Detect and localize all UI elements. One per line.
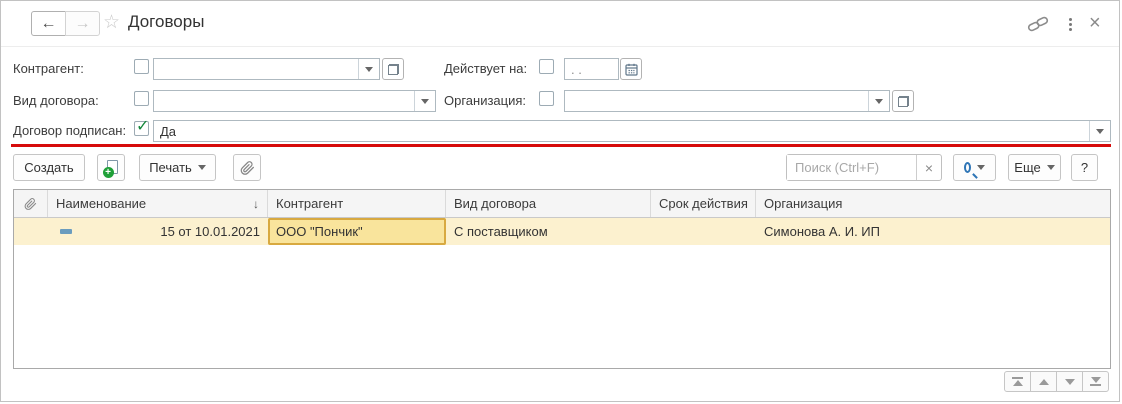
org-filter-input[interactable] [564,90,890,112]
header-kontragent-column[interactable]: Контрагент [268,190,446,217]
list-item-marker-icon [60,229,72,234]
contracts-table: Наименование ↓ Контрагент Вид договора С… [13,189,1111,369]
more-actions-button[interactable]: Еще [1008,154,1061,181]
vid-filter-input[interactable] [153,90,436,112]
page-down-button[interactable] [1056,371,1083,392]
kontragent-filter-checkbox[interactable] [134,59,149,74]
page-title: Договоры [128,12,204,32]
signed-filter-label: Договор подписан: [13,123,126,139]
vid-filter-checkbox[interactable] [134,91,149,106]
back-button[interactable]: ← [31,11,66,36]
valid-on-calendar-button[interactable] [620,58,642,80]
signed-filter-input[interactable]: Да [153,120,1111,142]
forward-arrow-icon: → [75,15,91,33]
up-arrow-icon [1039,379,1049,385]
favorite-star-icon[interactable]: ☆ [103,12,120,34]
create-by-copy-button[interactable]: + [97,154,125,181]
header-period-column[interactable]: Срок действия [651,190,756,217]
print-dropdown-icon [198,165,206,170]
search-input[interactable] [787,155,916,180]
vid-filter-value [154,91,414,111]
signed-dropdown-icon[interactable] [1089,121,1110,141]
header-attachment-column[interactable] [14,190,48,217]
row-org-cell[interactable]: Симонова А. И. ИП [756,218,1110,245]
kontragent-filter-input[interactable] [153,58,380,80]
table-row[interactable]: 15 от 10.01.2021 ООО "Пончик" С поставщи… [14,218,1110,245]
org-dropdown-icon[interactable] [868,91,889,111]
get-link-icon[interactable] [1027,15,1049,38]
more-menu-kebab-icon[interactable] [1063,15,1077,33]
org-filter-label: Организация: [444,93,526,109]
kontragent-filter-value [154,59,358,79]
org-choose-button[interactable] [892,90,914,112]
choose-icon [898,96,909,107]
search-settings-button[interactable] [953,154,996,181]
forward-button[interactable]: → [65,11,100,36]
list-navigation [1004,371,1109,392]
help-button[interactable]: ? [1071,154,1098,181]
row-kontragent-cell-active[interactable]: ООО "Пончик" [268,218,446,245]
clear-x-icon: × [925,160,933,176]
titlebar: ← → ☆ Договоры × [1,1,1119,47]
vid-dropdown-icon[interactable] [414,91,435,111]
row-vid-cell[interactable]: С поставщиком [446,218,651,245]
choose-icon [388,64,399,75]
signed-filter-checkbox[interactable]: ✓ [134,121,149,136]
calendar-icon [625,63,638,76]
row-period-cell[interactable] [651,218,756,245]
search-clear-button[interactable]: × [916,155,941,180]
kontragent-filter-label: Контрагент: [13,61,84,77]
search-box: × [786,154,942,181]
header-vid-column[interactable]: Вид договора [446,190,651,217]
copy-document-plus-icon: + [105,160,118,176]
kontragent-dropdown-icon[interactable] [358,59,379,79]
more-dropdown-icon [1047,165,1055,170]
bottom-arrow-icon [1091,377,1101,383]
paperclip-icon [240,160,255,176]
row-attachment-cell [14,218,48,245]
go-to-bottom-button[interactable] [1082,371,1109,392]
signed-filter-value: Да [154,121,1089,141]
create-button[interactable]: Создать [13,154,85,181]
page-up-button[interactable] [1030,371,1057,392]
valid-on-filter-checkbox[interactable] [539,59,554,74]
valid-on-date-value: . . [565,59,618,79]
vid-filter-label: Вид договора: [13,93,99,109]
back-arrow-icon: ← [41,15,57,33]
top-arrow-icon [1013,380,1023,386]
print-button[interactable]: Печать [139,154,216,181]
valid-on-filter-label: Действует на: [444,61,527,77]
org-filter-value [565,91,868,111]
org-filter-checkbox[interactable] [539,91,554,106]
kontragent-choose-button[interactable] [382,58,404,80]
paperclip-icon [24,197,37,211]
down-arrow-icon [1065,379,1075,385]
table-header-row: Наименование ↓ Контрагент Вид договора С… [14,190,1110,218]
valid-on-date-input[interactable]: . . [564,58,619,80]
app-window: ← → ☆ Договоры × Контрагент: Действует н… [0,0,1120,402]
attachments-button[interactable] [233,154,261,181]
filter-panel: Контрагент: Действует на: . . Вид догово… [1,47,1119,149]
check-icon: ✓ [136,116,149,136]
row-name-cell[interactable]: 15 от 10.01.2021 [48,218,268,245]
header-org-column[interactable]: Организация [756,190,1110,217]
close-icon[interactable]: × [1089,10,1101,36]
modified-indicator-line [11,144,1111,147]
sort-desc-icon: ↓ [253,197,259,211]
header-name-column[interactable]: Наименование ↓ [48,190,268,217]
search-icon [964,162,971,173]
list-toolbar: Создать + Печать × Еще ? [1,151,1119,187]
go-to-top-button[interactable] [1004,371,1031,392]
